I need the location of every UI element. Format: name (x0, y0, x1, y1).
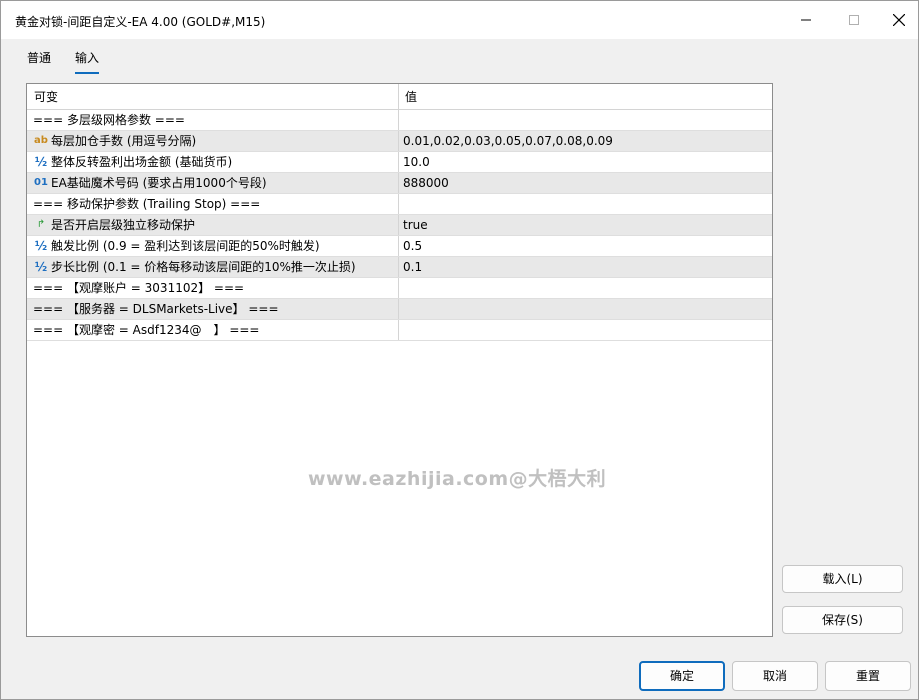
variable-cell: === 多层级网格参数 === (27, 110, 398, 130)
maximize-button (831, 1, 877, 39)
value-cell[interactable]: 0.1 (398, 257, 772, 277)
value-cell[interactable]: 10.0 (398, 152, 772, 172)
value-cell[interactable]: 888000 (398, 173, 772, 193)
variable-cell: === 【观摩账户 = 3031102】 === (27, 278, 398, 298)
close-icon (893, 14, 905, 26)
boolean-type-icon: ↱ (36, 219, 46, 230)
value-cell[interactable] (398, 110, 772, 130)
tab-general[interactable]: 普通 (27, 49, 51, 72)
close-button[interactable] (876, 1, 919, 39)
table-row[interactable]: === 【观摩账户 = 3031102】 === (27, 278, 772, 299)
table-row[interactable]: ab 每层加仓手数 (用逗号分隔) 0.01,0.02,0.03,0.05,0.0… (27, 131, 772, 152)
variable-cell: ab 每层加仓手数 (用逗号分隔) (27, 131, 398, 151)
variable-name: === 【观摩密 = Asdf1234@ 】 === (33, 323, 260, 337)
variable-cell: === 移动保护参数 (Trailing Stop) === (27, 194, 398, 214)
minimize-button[interactable] (783, 1, 829, 39)
variable-name: 触发比例 (0.9 = 盈利达到该层间距的50%时触发) (51, 239, 320, 253)
value-cell[interactable]: 0.5 (398, 236, 772, 256)
cancel-button[interactable]: 取消 (732, 661, 818, 691)
double-type-icon: ½ (34, 155, 48, 169)
variable-cell: === 【观摩密 = Asdf1234@ 】 === (27, 320, 398, 340)
variable-name: === 【观摩账户 = 3031102】 === (33, 281, 245, 295)
value-cell[interactable] (398, 299, 772, 319)
table-row[interactable]: === 【观摩密 = Asdf1234@ 】 === (27, 320, 772, 341)
table-row[interactable]: 01 EA基础魔术号码 (要求占用1000个号段) 888000 (27, 173, 772, 194)
variable-cell: ↱ 是否开启层级独立移动保护 (27, 215, 398, 235)
save-button[interactable]: 保存(S) (782, 606, 903, 634)
dialog-window: 黄金对锁-间距自定义-EA 4.00 (GOLD#,M15) 普通 输入 可变 … (0, 0, 919, 700)
integer-type-icon: 01 (34, 177, 48, 188)
double-type-icon: ½ (34, 260, 48, 274)
maximize-icon (849, 15, 859, 25)
table-row[interactable]: === 移动保护参数 (Trailing Stop) === (27, 194, 772, 215)
column-header-value[interactable]: 值 (398, 84, 772, 110)
table-row[interactable]: ½ 整体反转盈利出场金额 (基础货币) 10.0 (27, 152, 772, 173)
column-header-variable[interactable]: 可变 (27, 84, 398, 110)
tab-bar: 普通 输入 (15, 41, 315, 74)
table-row[interactable]: === 【服务器 = DLSMarkets-Live】 === (27, 299, 772, 320)
variable-cell: ½ 触发比例 (0.9 = 盈利达到该层间距的50%时触发) (27, 236, 398, 256)
value-cell[interactable] (398, 320, 772, 340)
string-type-icon: ab (34, 135, 48, 146)
table-row[interactable]: === 多层级网格参数 === (27, 110, 772, 131)
double-type-icon: ½ (34, 239, 48, 253)
value-cell[interactable]: true (398, 215, 772, 235)
variable-name: === 移动保护参数 (Trailing Stop) === (33, 197, 261, 211)
reset-button[interactable]: 重置 (825, 661, 911, 691)
variable-cell: ½ 整体反转盈利出场金额 (基础货币) (27, 152, 398, 172)
variable-cell: === 【服务器 = DLSMarkets-Live】 === (27, 299, 398, 319)
value-cell[interactable] (398, 278, 772, 298)
table-row[interactable]: ↱ 是否开启层级独立移动保护 true (27, 215, 772, 236)
load-button[interactable]: 载入(L) (782, 565, 903, 593)
window-title: 黄金对锁-间距自定义-EA 4.00 (GOLD#,M15) (15, 15, 266, 29)
grid-header: 可变 值 (27, 84, 772, 110)
minimize-icon (801, 19, 811, 21)
variable-name: 整体反转盈利出场金额 (基础货币) (51, 155, 233, 169)
value-cell[interactable] (398, 194, 772, 214)
table-row[interactable]: ½ 步长比例 (0.1 = 价格每移动该层间距的10%推一次止损) 0.1 (27, 257, 772, 278)
parameters-grid[interactable]: 可变 值 === 多层级网格参数 === ab 每层加仓手数 (用逗号分隔) 0.… (26, 83, 773, 637)
tab-inputs[interactable]: 输入 (75, 49, 100, 74)
variable-name: EA基础魔术号码 (要求占用1000个号段) (51, 176, 267, 190)
variable-cell: ½ 步长比例 (0.1 = 价格每移动该层间距的10%推一次止损) (27, 257, 398, 277)
variable-name: 每层加仓手数 (用逗号分隔) (51, 134, 197, 148)
variable-name: 步长比例 (0.1 = 价格每移动该层间距的10%推一次止损) (51, 260, 356, 274)
title-bar[interactable]: 黄金对锁-间距自定义-EA 4.00 (GOLD#,M15) (1, 1, 918, 39)
variable-name: === 【服务器 = DLSMarkets-Live】 === (33, 302, 279, 316)
variable-name: 是否开启层级独立移动保护 (51, 218, 196, 232)
table-row[interactable]: ½ 触发比例 (0.9 = 盈利达到该层间距的50%时触发) 0.5 (27, 236, 772, 257)
variable-cell: 01 EA基础魔术号码 (要求占用1000个号段) (27, 173, 398, 193)
watermark-text: www.eazhijia.com@大梧大利 (308, 468, 607, 490)
ok-button[interactable]: 确定 (639, 661, 725, 691)
variable-name: === 多层级网格参数 === (33, 113, 185, 127)
value-cell[interactable]: 0.01,0.02,0.03,0.05,0.07,0.08,0.09 (398, 131, 772, 151)
